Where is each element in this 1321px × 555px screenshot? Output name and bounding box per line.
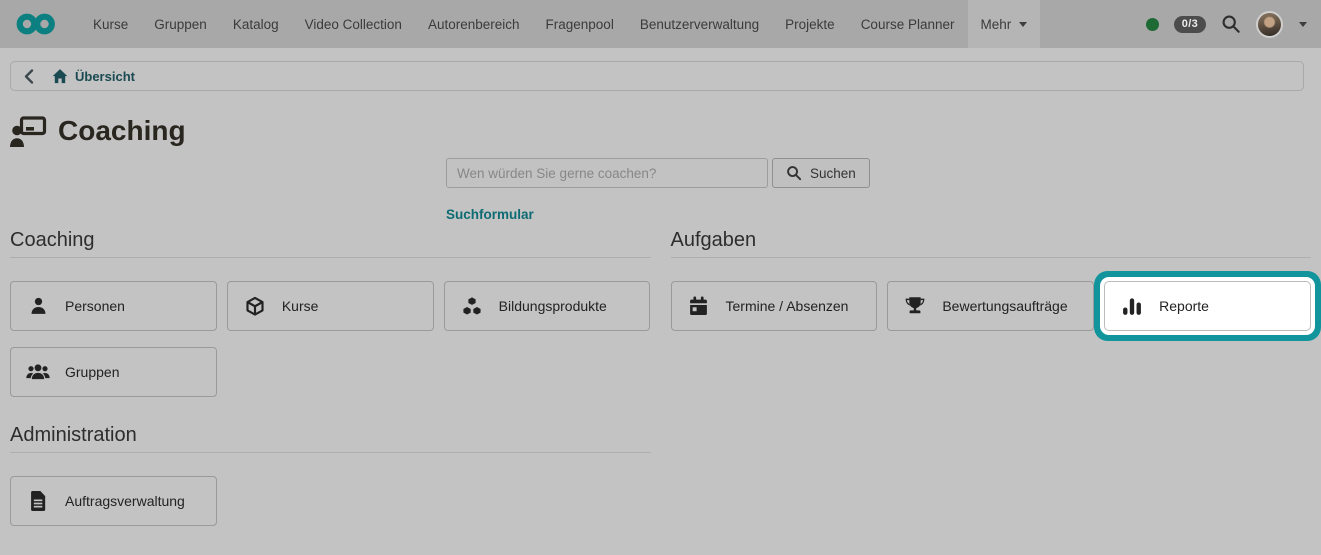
section-coaching-title: Coaching xyxy=(10,229,651,258)
section-administration-title: Administration xyxy=(10,424,651,453)
nav-item-benutzerverwaltung[interactable]: Benutzerverwaltung xyxy=(627,0,772,48)
nav-item-mehr[interactable]: Mehr xyxy=(967,0,1041,48)
coach-search-input[interactable] xyxy=(446,158,768,188)
personen-button-label: Personen xyxy=(65,298,125,314)
administration-buttons: Auftragsverwaltung xyxy=(10,476,651,526)
bildungsprodukte-button[interactable]: Bildungsprodukte xyxy=(443,281,651,331)
section-administration: Administration Auftragsverwaltung xyxy=(10,424,651,526)
gruppen-button[interactable]: Gruppen xyxy=(10,347,217,397)
search-button[interactable]: Suchen xyxy=(772,158,870,188)
termine-absenzen-button-label: Termine / Absenzen xyxy=(725,298,849,314)
coaching-presenter-icon xyxy=(10,115,47,147)
status-badge[interactable]: 0/3 xyxy=(1173,15,1206,33)
user-menu-caret-icon xyxy=(1299,21,1307,27)
nav-item-autorenbereich[interactable]: Autorenbereich xyxy=(415,0,533,48)
nav-item-katalog[interactable]: Katalog xyxy=(220,0,292,48)
main-content: Coaching Suchen Suchformular Coaching xyxy=(0,115,1321,526)
search-icon xyxy=(787,166,802,181)
nav-item-video-collection[interactable]: Video Collection xyxy=(292,0,415,48)
avatar[interactable] xyxy=(1256,10,1283,38)
sections-grid: Coaching Personen Kurse Bildungsprodukte… xyxy=(10,229,1311,526)
nav-item-mehr-label: Mehr xyxy=(980,16,1012,32)
search-button-label: Suchen xyxy=(810,165,856,181)
breadcrumb-label: Übersicht xyxy=(75,68,135,84)
bewertungsauftraege-button-label: Bewertungsaufträge xyxy=(942,298,1068,314)
kurse-button-label: Kurse xyxy=(281,298,319,314)
nav-item-projekte[interactable]: Projekte xyxy=(772,0,848,48)
openolat-infinity-logo-icon[interactable] xyxy=(16,12,56,36)
section-aufgaben-title: Aufgaben xyxy=(670,229,1311,258)
nav-item-course-planner[interactable]: Course Planner xyxy=(848,0,968,48)
nav-item-gruppen[interactable]: Gruppen xyxy=(141,0,220,48)
breadcrumb-home[interactable]: Übersicht xyxy=(52,69,135,84)
nav-item-kurse[interactable]: Kurse xyxy=(80,0,141,48)
person-icon xyxy=(26,296,50,316)
search-icon[interactable] xyxy=(1221,14,1241,34)
main-nav: Kurse Gruppen Katalog Video Collection A… xyxy=(80,0,1041,48)
cubes-icon xyxy=(460,295,484,317)
cube-icon xyxy=(243,296,267,317)
presence-status-icon xyxy=(1145,17,1159,31)
bewertungsauftraege-button[interactable]: Bewertungsaufträge xyxy=(887,281,1095,331)
bildungsprodukte-button-label: Bildungsprodukte xyxy=(498,298,607,314)
users-icon xyxy=(26,362,50,382)
trophy-icon xyxy=(903,296,927,316)
nav-item-fragenpool[interactable]: Fragenpool xyxy=(533,0,627,48)
auftragsverwaltung-button-label: Auftragsverwaltung xyxy=(65,493,185,509)
suchformular-link[interactable]: Suchformular xyxy=(446,207,534,222)
page-title: Coaching xyxy=(10,115,1311,147)
breadcrumb: Übersicht xyxy=(10,61,1304,91)
coaching-overview-screen: Kurse Gruppen Katalog Video Collection A… xyxy=(0,0,1321,555)
breadcrumb-back-button[interactable] xyxy=(24,68,34,84)
topbar-right-cluster: 0/3 xyxy=(1145,10,1307,38)
termine-absenzen-button[interactable]: Termine / Absenzen xyxy=(670,281,878,331)
gruppen-button-label: Gruppen xyxy=(65,364,120,380)
document-icon xyxy=(26,491,50,511)
chevron-down-icon xyxy=(1019,21,1028,27)
chevron-left-icon xyxy=(24,68,34,84)
coach-search-form: Suchen xyxy=(446,158,1311,188)
user-menu[interactable] xyxy=(1256,10,1307,38)
top-navigation-bar: Kurse Gruppen Katalog Video Collection A… xyxy=(0,0,1321,48)
bar-chart-icon xyxy=(1120,296,1144,316)
page-title-text: Coaching xyxy=(58,115,186,146)
reporte-button[interactable]: Reporte xyxy=(1104,281,1311,331)
kurse-button[interactable]: Kurse xyxy=(226,281,434,331)
aufgaben-buttons: Termine / Absenzen Bewertungsaufträge Re… xyxy=(670,281,1312,331)
coaching-buttons: Personen Kurse Bildungsprodukte Gruppen xyxy=(10,281,651,397)
section-coaching: Coaching Personen Kurse Bildungsprodukte… xyxy=(10,229,651,397)
section-aufgaben: Aufgaben Termine / Absenzen Bewertungsau… xyxy=(670,229,1312,331)
home-icon xyxy=(52,68,68,83)
calendar-icon xyxy=(687,296,711,316)
personen-button[interactable]: Personen xyxy=(10,281,217,331)
reporte-button-label: Reporte xyxy=(1159,298,1209,314)
auftragsverwaltung-button[interactable]: Auftragsverwaltung xyxy=(10,476,217,526)
